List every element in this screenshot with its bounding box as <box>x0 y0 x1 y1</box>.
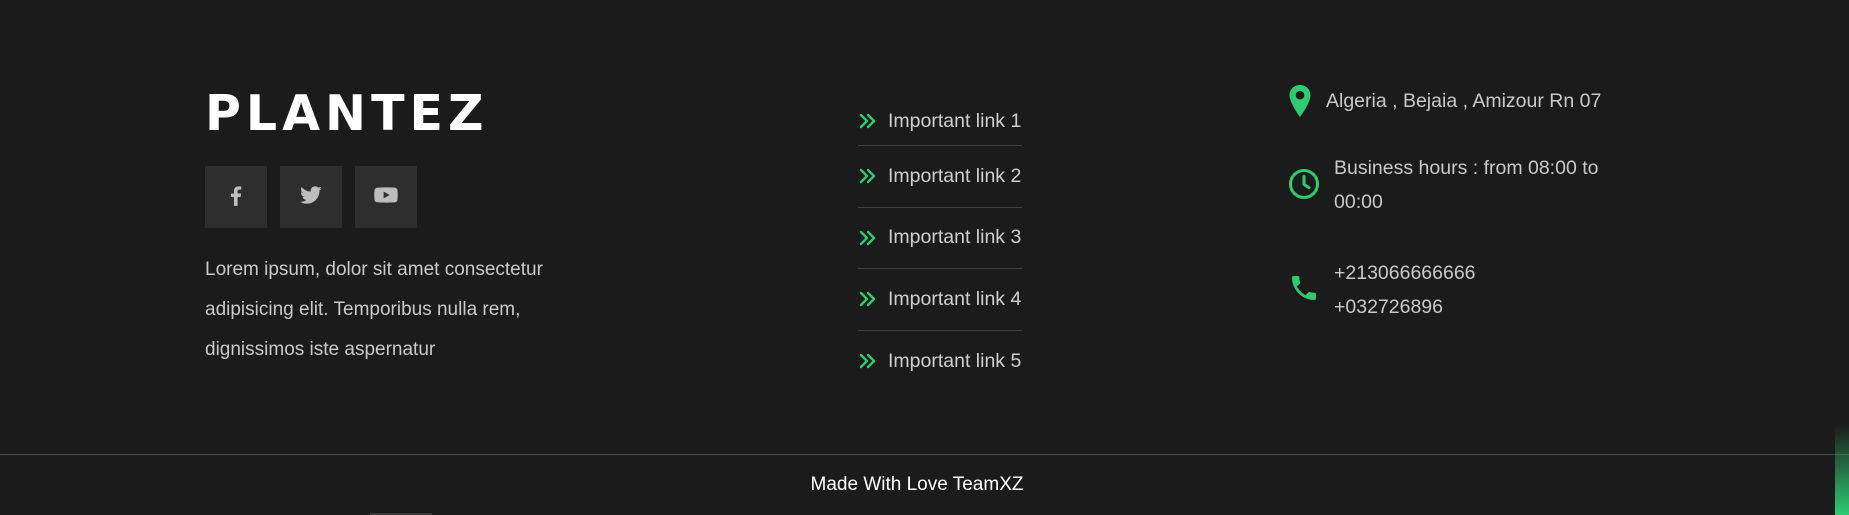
double-chevron-right-icon <box>858 351 878 371</box>
important-link-4[interactable]: Important link 4 <box>858 269 1022 331</box>
facebook-button[interactable] <box>205 166 267 228</box>
double-chevron-right-icon <box>858 111 878 131</box>
important-link-3[interactable]: Important link 3 <box>858 208 1022 269</box>
location-text: Algeria , Bejaia , Amizour Rn 07 <box>1326 90 1602 112</box>
contact-info: Algeria , Bejaia , Amizour Rn 07 Busines… <box>1288 84 1618 324</box>
link-label: Important link 2 <box>888 164 1022 187</box>
contact-hours: Business hours : from 08:00 to 00:00 <box>1288 151 1618 219</box>
youtube-icon <box>373 182 399 213</box>
youtube-button[interactable] <box>355 166 417 228</box>
map-pin-icon <box>1288 84 1326 118</box>
link-label: Important link 5 <box>888 349 1022 372</box>
important-link-5[interactable]: Important link 5 <box>858 331 1022 393</box>
facebook-icon <box>223 182 249 213</box>
double-chevron-right-icon <box>858 289 878 309</box>
footer-credit: Made With Love TeamXZ <box>810 474 1024 495</box>
important-link-1[interactable]: Important link 1 <box>858 97 1022 146</box>
contact-location: Algeria , Bejaia , Amizour Rn 07 <box>1288 84 1618 118</box>
link-label: Important link 3 <box>888 226 1022 249</box>
important-link-2[interactable]: Important link 2 <box>858 146 1022 208</box>
link-label: Important link 1 <box>888 109 1022 132</box>
site-footer: PLANTEZ Lorem ipsum, dolor sit amet cons… <box>0 0 1849 515</box>
phone-numbers: +213066666666 +032726896 <box>1334 256 1476 324</box>
brand-logo[interactable]: PLANTEZ <box>205 84 585 144</box>
scroll-to-top-indicator[interactable] <box>1835 425 1849 515</box>
brand-column: PLANTEZ Lorem ipsum, dolor sit amet cons… <box>205 84 585 370</box>
phone-number-2[interactable]: +032726896 <box>1334 290 1476 324</box>
twitter-icon <box>298 182 324 213</box>
contact-phone: +213066666666 +032726896 <box>1288 256 1618 324</box>
double-chevron-right-icon <box>858 166 878 186</box>
phone-number-1[interactable]: +213066666666 <box>1334 256 1476 290</box>
double-chevron-right-icon <box>858 228 878 248</box>
footer-divider <box>0 454 1849 455</box>
phone-icon <box>1288 256 1334 305</box>
important-links: Important link 1 Important link 2 Import… <box>858 97 1022 392</box>
about-text: Lorem ipsum, dolor sit amet consectetur … <box>205 259 543 360</box>
clock-icon <box>1288 151 1334 200</box>
social-links <box>205 166 585 228</box>
twitter-button[interactable] <box>280 166 342 228</box>
business-hours-text: Business hours : from 08:00 to 00:00 <box>1334 157 1599 213</box>
link-label: Important link 4 <box>888 287 1022 310</box>
